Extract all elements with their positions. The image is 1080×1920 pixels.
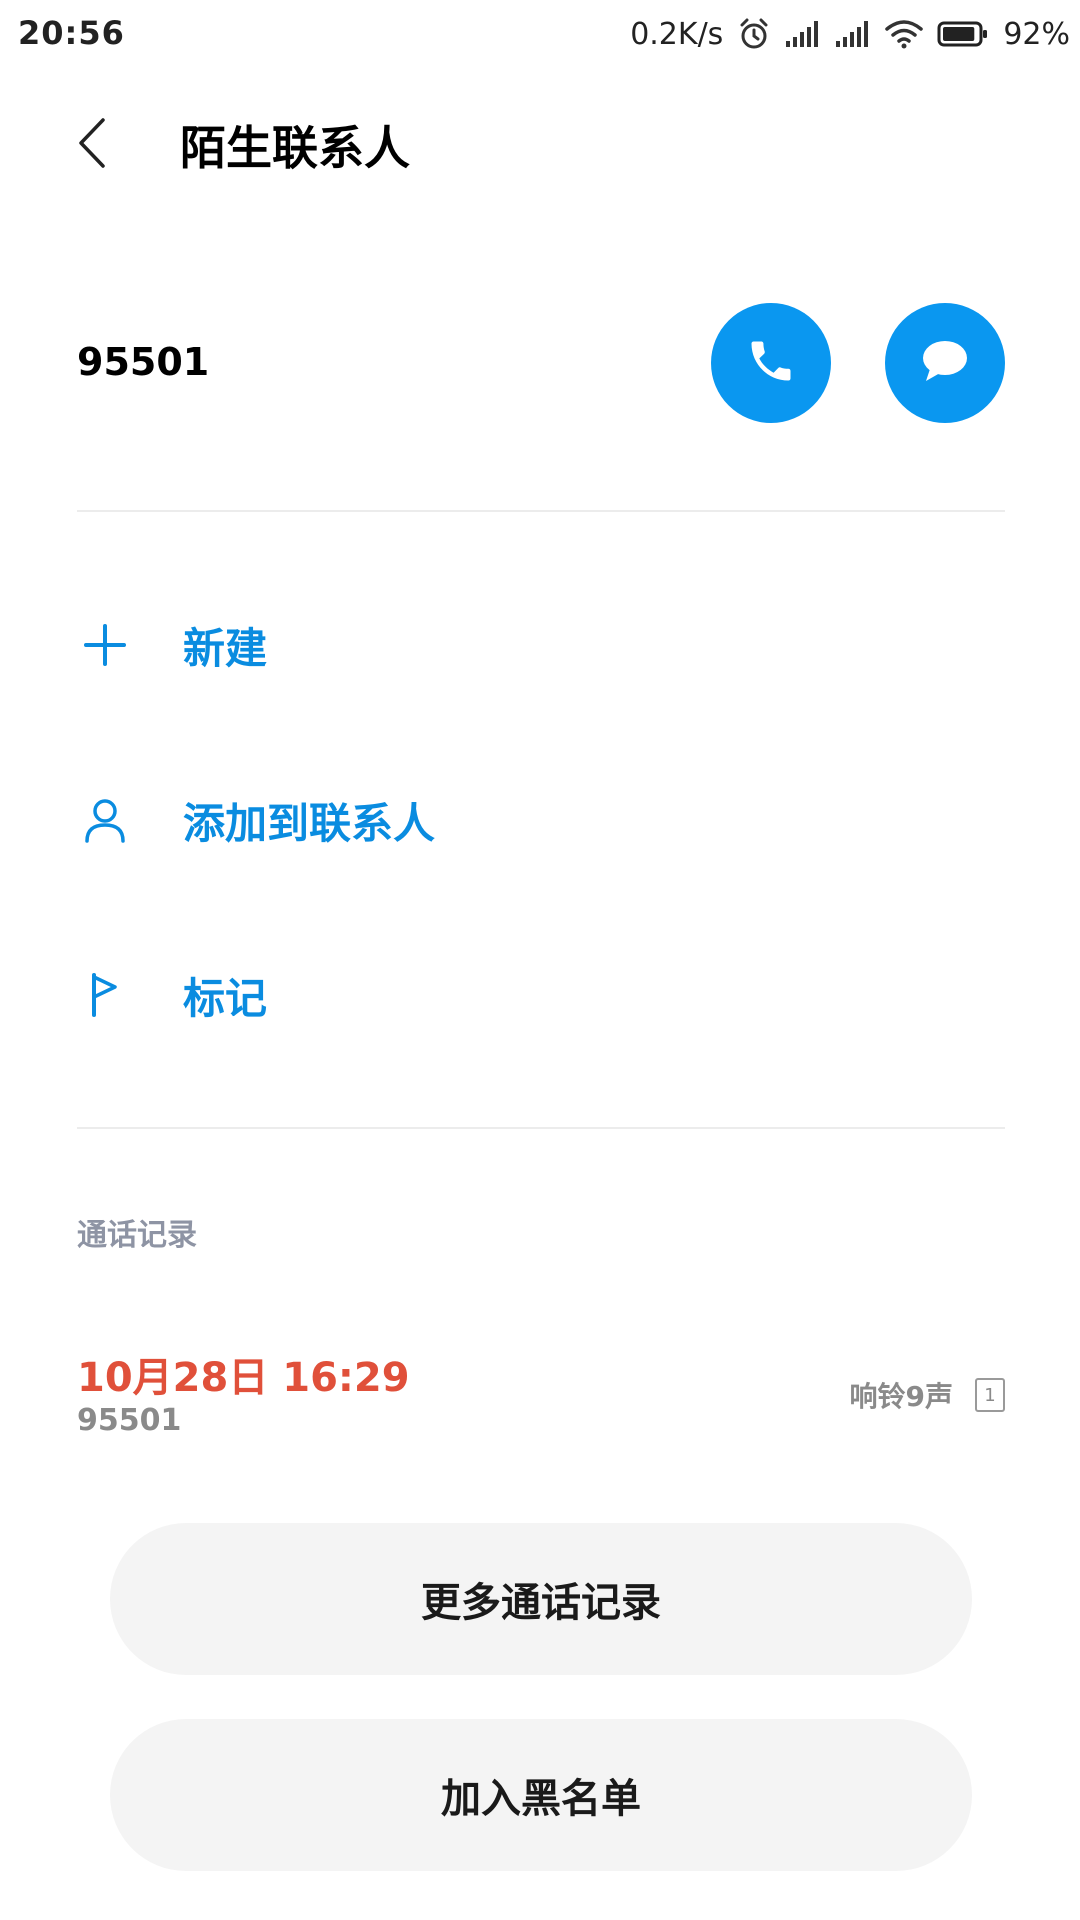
status-time: 20:56 bbox=[18, 14, 125, 52]
alarm-icon bbox=[737, 17, 771, 51]
message-button[interactable] bbox=[885, 303, 1005, 423]
battery-icon bbox=[937, 20, 989, 48]
call-button[interactable] bbox=[711, 303, 831, 423]
more-call-log-button[interactable]: 更多通话记录 bbox=[110, 1523, 972, 1675]
call-datetime: 10月28日 16:29 bbox=[77, 1355, 410, 1401]
action-add-to-contacts[interactable]: 添加到联系人 bbox=[77, 770, 1005, 870]
battery-percent: 92% bbox=[1003, 16, 1070, 52]
call-log-entry[interactable]: 10月28日 16:29 95501 响铃9声 1 bbox=[77, 1345, 1005, 1455]
network-speed: 0.2K/s bbox=[630, 16, 724, 52]
message-bubble-icon bbox=[918, 336, 972, 390]
add-to-blacklist-button[interactable]: 加入黑名单 bbox=[110, 1719, 972, 1871]
plus-icon bbox=[77, 617, 133, 673]
back-button[interactable] bbox=[62, 110, 122, 180]
header: 陌生联系人 bbox=[0, 90, 1080, 200]
action-label: 添加到联系人 bbox=[183, 798, 436, 848]
contact-number-row: 95501 bbox=[0, 300, 1080, 430]
action-mark[interactable]: 标记 bbox=[77, 945, 1005, 1045]
divider bbox=[77, 1127, 1005, 1129]
sim-badge: 1 bbox=[975, 1378, 1005, 1412]
divider bbox=[77, 510, 1005, 512]
call-detail: 响铃9声 bbox=[849, 1380, 953, 1413]
action-label: 新建 bbox=[183, 623, 268, 673]
call-info: 响铃9声 1 bbox=[850, 1375, 1005, 1415]
status-icons: 0.2K/s 92% bbox=[630, 12, 1070, 56]
phone-number: 95501 bbox=[77, 340, 210, 384]
call-number: 95501 bbox=[77, 1403, 182, 1438]
phone-icon bbox=[745, 335, 797, 391]
cell-signal-icon bbox=[835, 19, 871, 49]
action-label: 标记 bbox=[183, 973, 268, 1023]
person-icon bbox=[77, 792, 133, 848]
action-new-contact[interactable]: 新建 bbox=[77, 595, 1005, 695]
contact-detail-screen: 20:56 0.2K/s 92% 陌生联系人 95501 新建 添加到联系人 标… bbox=[0, 0, 1080, 1920]
chevron-left-icon bbox=[75, 116, 109, 174]
page-title: 陌生联系人 bbox=[180, 121, 410, 175]
status-bar: 20:56 0.2K/s 92% bbox=[0, 0, 1080, 72]
call-log-title: 通话记录 bbox=[77, 1218, 197, 1253]
cell-signal-icon bbox=[785, 19, 821, 49]
wifi-icon bbox=[885, 19, 924, 49]
flag-icon bbox=[77, 967, 133, 1023]
